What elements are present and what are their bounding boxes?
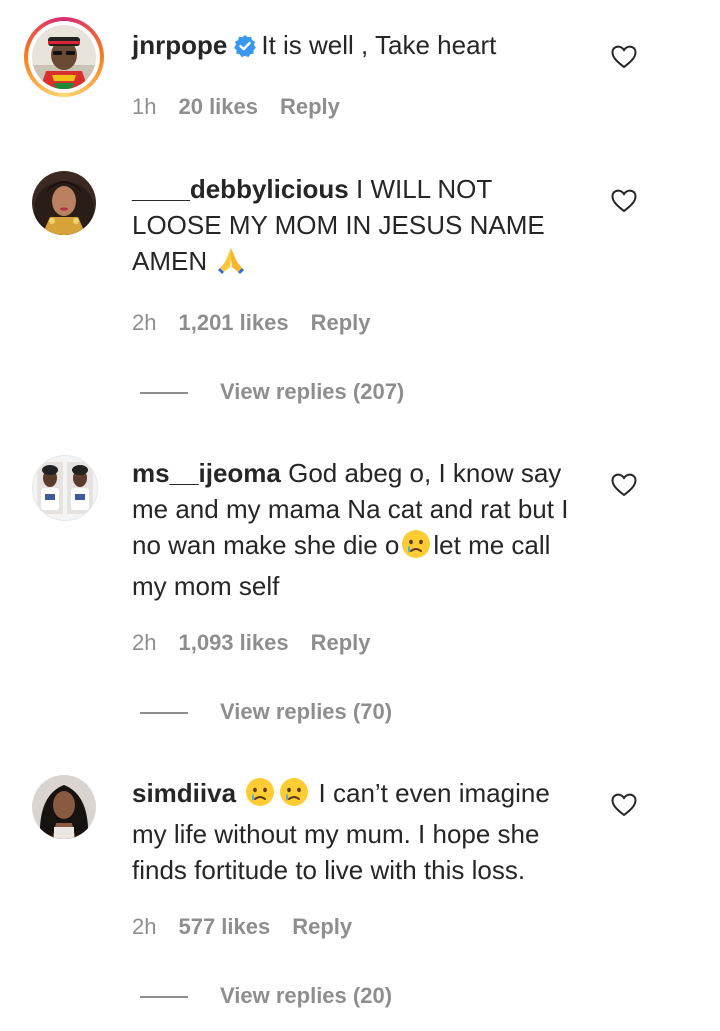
crying-face-emoji xyxy=(279,777,309,816)
comment-text: simdiiva I can’t even imagine my life wi… xyxy=(132,775,582,888)
folded-hands-emoji xyxy=(216,245,246,284)
heart-outline-icon[interactable] xyxy=(611,45,637,69)
story-ring-avatar[interactable] xyxy=(24,17,104,97)
heart-outline-icon[interactable] xyxy=(611,473,637,497)
divider-line xyxy=(140,392,188,395)
likes-count[interactable]: 577 likes xyxy=(178,914,270,939)
comment-meta: 2h 577 likes Reply xyxy=(132,913,374,941)
comment-time: 2h xyxy=(132,914,157,939)
comment-username[interactable]: ms__ijeoma xyxy=(132,458,281,488)
reply-button[interactable]: Reply xyxy=(280,94,340,119)
avatar[interactable] xyxy=(32,171,96,235)
comment-username[interactable]: jnrpope xyxy=(132,30,227,60)
comment-meta: 2h 1,201 likes Reply xyxy=(132,309,393,337)
verified-badge-icon xyxy=(233,31,257,67)
crying-face-emoji xyxy=(245,777,275,816)
comment-username[interactable]: simdiiva xyxy=(132,778,236,808)
view-replies-button[interactable]: View replies (207) xyxy=(140,378,404,406)
comment-time: 2h xyxy=(132,310,157,335)
reply-button[interactable]: Reply xyxy=(292,914,352,939)
comment-time: 1h xyxy=(132,94,157,119)
comment-text: ms__ijeoma God abeg o, I know say me and… xyxy=(132,455,582,604)
likes-count[interactable]: 1,093 likes xyxy=(178,630,288,655)
avatar[interactable] xyxy=(32,775,96,839)
comment-body: It is well , Take heart xyxy=(261,30,497,60)
likes-count[interactable]: 20 likes xyxy=(178,94,258,119)
reply-button[interactable]: Reply xyxy=(311,630,371,655)
comment-time: 2h xyxy=(132,630,157,655)
comment-meta: 1h 20 likes Reply xyxy=(132,93,362,121)
comment-text: ____debbylicious I WILL NOT LOOSE MY MOM… xyxy=(132,171,582,284)
crying-face-emoji xyxy=(401,529,431,568)
reply-button[interactable]: Reply xyxy=(311,310,371,335)
comment-text: jnrpope It is well , Take heart xyxy=(132,27,582,67)
divider-line xyxy=(140,712,188,715)
comment-username[interactable]: ____debbylicious xyxy=(132,174,349,204)
comment-meta: 2h 1,093 likes Reply xyxy=(132,629,393,657)
avatar[interactable] xyxy=(32,455,98,521)
view-replies-label[interactable]: View replies (207) xyxy=(220,379,404,404)
likes-count[interactable]: 1,201 likes xyxy=(178,310,288,335)
heart-outline-icon[interactable] xyxy=(611,793,637,817)
view-replies-button[interactable]: View replies (20) xyxy=(140,982,392,1010)
view-replies-label[interactable]: View replies (20) xyxy=(220,983,392,1008)
divider-line xyxy=(140,996,188,999)
view-replies-button[interactable]: View replies (70) xyxy=(140,698,392,726)
heart-outline-icon[interactable] xyxy=(611,189,637,213)
avatar[interactable] xyxy=(32,25,96,89)
view-replies-label[interactable]: View replies (70) xyxy=(220,699,392,724)
